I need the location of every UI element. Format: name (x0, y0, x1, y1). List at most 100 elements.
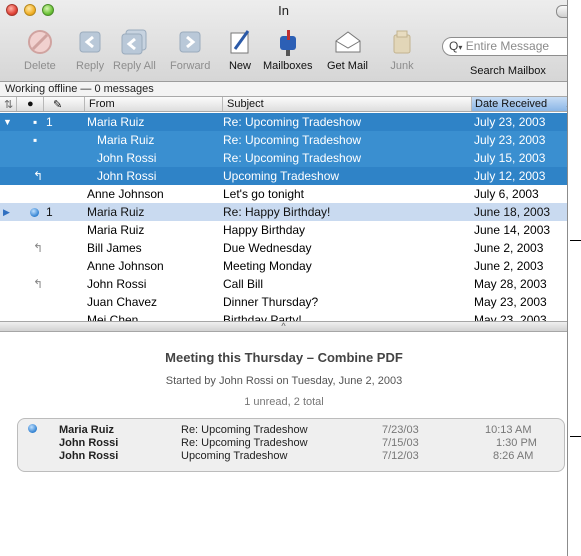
search-placeholder: Entire Message (465, 39, 550, 53)
callout-line (570, 436, 581, 437)
mailboxes-label: Mailboxes (263, 60, 313, 72)
search-input[interactable]: Q▾ Entire Message (442, 37, 567, 56)
thread-message-subject: Re: Upcoming Tradeshow (181, 424, 308, 436)
message-row[interactable]: Anne Johnson Let's go tonight July 6, 20… (0, 185, 567, 203)
reply-all-button[interactable]: Reply All (113, 28, 156, 72)
row-from: John Rossi (97, 151, 157, 165)
delete-label: Delete (24, 60, 56, 72)
message-row[interactable]: ↰ John Rossi Upcoming Tradeshow July 12,… (0, 167, 567, 185)
subject-column-header[interactable]: Subject (227, 98, 264, 110)
reply-all-label: Reply All (113, 60, 156, 72)
disclosure-triangle-icon[interactable]: ▶ (3, 203, 10, 221)
from-column-header[interactable]: From (89, 98, 115, 110)
message-list-header: ⇅ ● ✎ From Subject Date Received ▲ (0, 96, 567, 112)
thread-count-summary: 1 unread, 2 total (244, 396, 324, 408)
get-mail-label: Get Mail (327, 60, 368, 72)
message-row[interactable]: John Rossi Re: Upcoming Tradeshow July 1… (0, 149, 567, 167)
row-date: June 2, 2003 (474, 241, 544, 255)
replied-icon: ↰ (33, 169, 44, 183)
row-subject: Re: Upcoming Tradeshow (223, 133, 362, 147)
pane-splitter[interactable]: ^ (0, 321, 567, 332)
message-row[interactable]: ▪ Maria Ruiz Re: Upcoming Tradeshow July… (0, 131, 567, 149)
unread-icon: ▪ (33, 133, 38, 147)
thread-icon: ▪ (33, 115, 38, 129)
row-subject: Upcoming Tradeshow (223, 169, 340, 183)
message-row[interactable]: ↰ Bill James Due Wednesday June 2, 2003 (0, 239, 567, 257)
thread-message-subject: Re: Upcoming Tradeshow (181, 437, 308, 449)
junk-button[interactable]: Junk (388, 28, 416, 72)
row-subject: Let's go tonight (223, 187, 305, 201)
junk-label: Junk (390, 60, 414, 72)
search-icon: Q▾ (449, 39, 463, 53)
row-from: Maria Ruiz (87, 205, 145, 219)
thread-summary-box: Maria Ruiz Re: Upcoming Tradeshow 7/23/0… (17, 418, 565, 472)
row-subject: Meeting Monday (223, 259, 312, 273)
mailboxes-button[interactable]: Mailboxes (263, 28, 313, 72)
row-from: Maria Ruiz (97, 133, 155, 147)
row-subject: Call Bill (223, 277, 264, 291)
forward-icon (176, 28, 204, 56)
row-from: John Rossi (87, 277, 147, 291)
window-title: In (278, 3, 289, 18)
forward-label: Forward (170, 60, 211, 72)
compose-icon (226, 28, 254, 56)
message-row[interactable]: ▼ ▪ 1 Maria Ruiz Re: Upcoming Tradeshow … (0, 113, 567, 131)
thread-count: 1 (46, 205, 53, 219)
new-message-button[interactable]: New (226, 28, 254, 72)
toolbar-toggle-button[interactable] (556, 5, 567, 18)
thread-message-row[interactable]: John Rossi Upcoming Tradeshow 7/12/03 8:… (18, 450, 564, 463)
get-mail-button[interactable]: Get Mail (327, 28, 368, 72)
search-mailbox-label: Search Mailbox (470, 65, 546, 77)
delete-icon (26, 28, 54, 56)
thread-subtitle: Started by John Rossi on Tuesday, June 2… (165, 375, 403, 387)
date-column-header[interactable]: Date Received (475, 98, 547, 110)
row-date: July 15, 2003 (474, 151, 546, 165)
replied-icon: ↰ (33, 277, 44, 291)
row-date: July 6, 2003 (474, 187, 539, 201)
row-date: July 23, 2003 (474, 133, 546, 147)
reply-label: Reply (76, 60, 105, 72)
thread-message-from: Maria Ruiz (59, 424, 115, 436)
message-list: ▼ ▪ 1 Maria Ruiz Re: Upcoming Tradeshow … (0, 113, 567, 329)
thread-title: Meeting this Thursday – Combine PDF (165, 350, 403, 365)
message-row[interactable]: ▶ 1 Maria Ruiz Re: Happy Birthday! June … (0, 203, 567, 221)
thread-message-row[interactable]: Maria Ruiz Re: Upcoming Tradeshow 7/23/0… (18, 424, 564, 437)
message-row[interactable]: ↰ John Rossi Call Bill May 28, 2003 (0, 275, 567, 293)
replied-icon: ↰ (33, 241, 44, 255)
sort-ascending-icon: ▲ (565, 100, 567, 109)
thread-message-row[interactable]: John Rossi Re: Upcoming Tradeshow 7/15/0… (18, 437, 564, 450)
row-date: June 18, 2003 (474, 205, 551, 219)
flag-column-icon[interactable]: ✎ (53, 98, 62, 111)
row-date: June 14, 2003 (474, 223, 551, 237)
status-column-icon[interactable]: ● (27, 98, 34, 110)
toolbar-area: In Delete Reply Reply All Forward New Ma… (0, 0, 567, 82)
envelope-icon (333, 28, 361, 56)
unread-icon (30, 203, 39, 221)
thread-message-date: 7/23/03 (382, 424, 419, 436)
thread-message-subject: Upcoming Tradeshow (181, 450, 288, 462)
row-subject: Happy Birthday (223, 223, 306, 237)
row-date: July 23, 2003 (474, 115, 546, 129)
splitter-grip-icon: ^ (281, 321, 286, 331)
thread-message-from: John Rossi (59, 437, 119, 449)
new-label: New (228, 60, 251, 72)
row-date: July 12, 2003 (474, 169, 546, 183)
disclosure-triangle-icon[interactable]: ▼ (3, 113, 12, 131)
message-row[interactable]: Anne Johnson Meeting Monday June 2, 2003 (0, 257, 567, 275)
mail-window: In Delete Reply Reply All Forward New Ma… (0, 0, 568, 556)
row-date: May 23, 2003 (474, 295, 547, 309)
row-from: John Rossi (97, 169, 157, 183)
row-subject: Re: Upcoming Tradeshow (223, 115, 362, 129)
reply-button[interactable]: Reply (76, 28, 104, 72)
message-row[interactable]: Maria Ruiz Happy Birthday June 14, 2003 (0, 221, 567, 239)
delete-button[interactable]: Delete (24, 28, 56, 72)
row-from: Bill James (87, 241, 142, 255)
row-date: June 2, 2003 (474, 259, 544, 273)
row-from: Anne Johnson (87, 187, 164, 201)
forward-button[interactable]: Forward (170, 28, 210, 72)
message-row[interactable]: Juan Chavez Dinner Thursday? May 23, 200… (0, 293, 567, 311)
thread-message-time: 10:13 AM (485, 424, 532, 436)
thread-column-icon[interactable]: ⇅ (4, 98, 13, 111)
row-subject: Re: Happy Birthday! (223, 205, 331, 219)
mailbox-icon (274, 28, 302, 56)
